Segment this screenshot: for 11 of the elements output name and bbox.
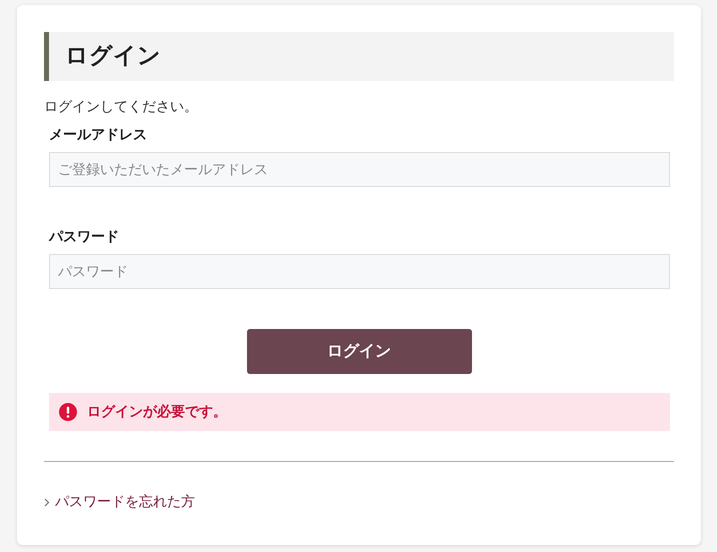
chevron-icon	[44, 498, 50, 506]
intro-text: ログインしてください。	[44, 98, 199, 117]
input-field[interactable]: ご登録いただいたメールアドレス	[49, 152, 670, 187]
page-heading: ログイン	[44, 32, 674, 81]
error-message: ログインが必要です。	[87, 403, 227, 421]
input-field[interactable]: パスワード	[49, 254, 670, 289]
login-button[interactable]: ログイン	[246, 329, 472, 374]
alert-icon	[59, 403, 77, 421]
forgot-password-link[interactable]: パスワードを忘れた方	[44, 492, 195, 512]
field-label: パスワード	[49, 228, 120, 247]
field-label: メールアドレス	[49, 126, 148, 145]
